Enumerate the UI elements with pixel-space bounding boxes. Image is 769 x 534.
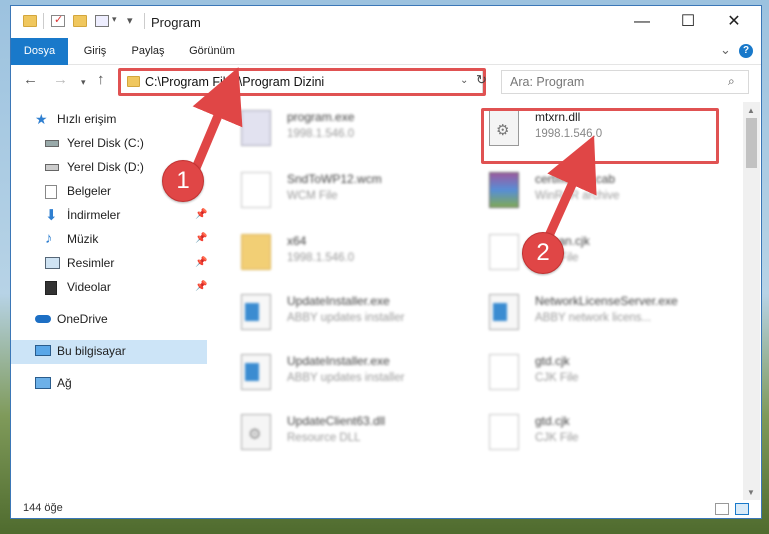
details-view-icon[interactable]	[715, 503, 729, 515]
pin-icon[interactable]: 📌	[195, 257, 207, 268]
file-item[interactable]: UpdateInstaller.exe ABBY updates install…	[215, 288, 455, 344]
refresh-icon[interactable]: ↻	[476, 72, 487, 88]
file-item[interactable]: SndToWP12.wcm WCM File	[215, 166, 455, 222]
recent-locations-icon[interactable]: ▾	[81, 77, 86, 88]
file-list: program.exe 1998.1.546.0 ⚙ mtxrn.dll 199…	[215, 102, 743, 496]
callout-1: 1	[162, 160, 204, 202]
file-highlight-box	[481, 108, 719, 164]
music-icon: ♪	[45, 230, 53, 247]
nav-item-downloads[interactable]: ⬇ İndirmeler 📌	[11, 204, 207, 228]
up-arrow-icon[interactable]: ↑	[97, 71, 105, 88]
download-icon: ⬇	[45, 207, 58, 224]
drive-icon	[45, 164, 59, 171]
archive-icon	[489, 172, 519, 208]
help-icon[interactable]: ?	[739, 44, 753, 58]
chevron-down-icon[interactable]: ▾	[112, 14, 117, 25]
search-placeholder: Ara: Program	[510, 75, 585, 89]
folder-icon	[23, 15, 37, 27]
back-arrow-icon[interactable]: ←	[23, 71, 38, 88]
address-highlight-box	[118, 68, 486, 96]
vertical-scrollbar[interactable]: ▲ ▼	[743, 102, 760, 500]
nav-item-this-pc[interactable]: Bu bilgisayar	[11, 340, 207, 364]
scroll-thumb[interactable]	[746, 118, 757, 168]
exe-window-icon	[241, 354, 271, 390]
network-icon	[35, 377, 51, 389]
file-item[interactable]: NetworkLicenseServer.exe ABBY network li…	[463, 288, 703, 344]
computer-icon	[35, 345, 51, 356]
ribbon-tabs: Dosya Giriş Paylaş Görünüm ⌄ ?	[11, 38, 761, 94]
file-item[interactable]: korean.cjk CJK File	[463, 228, 703, 284]
explorer-window: ✓ ▾ ▾ Program — ☐ ✕ Dosya Giriş Paylaş G…	[10, 5, 762, 519]
separator	[144, 13, 145, 29]
tab-giris[interactable]: Giriş	[75, 38, 115, 64]
forward-arrow-icon[interactable]: →	[53, 71, 68, 88]
address-row: ← → ▾ ↑ C:\Program Files\Program Dizini …	[11, 65, 761, 99]
file-item[interactable]: UpdateInstaller.exe ABBY updates install…	[215, 348, 455, 404]
tab-paylas[interactable]: Paylaş	[125, 38, 171, 64]
file-icon	[489, 414, 519, 450]
exe-window-icon	[241, 294, 271, 330]
tab-gorunum[interactable]: Görünüm	[183, 38, 241, 64]
nav-item-music[interactable]: ♪ Müzik 📌	[11, 228, 207, 252]
search-icon[interactable]: ⌕	[728, 74, 735, 89]
item-count: 144 öğe	[23, 502, 63, 514]
exe-window-icon	[489, 294, 519, 330]
file-item[interactable]: gtd.cjk CJK File	[463, 348, 703, 404]
pin-icon[interactable]: 📌	[195, 233, 207, 244]
window-title: Program	[151, 15, 201, 30]
properties-icon[interactable]: ✓	[51, 14, 65, 27]
expand-ribbon-icon[interactable]: ⌄	[720, 42, 731, 58]
nav-item-network[interactable]: Ağ	[11, 372, 207, 396]
minimize-button[interactable]: —	[619, 6, 665, 38]
file-item[interactable]: program.exe 1998.1.546.0	[215, 104, 455, 160]
videos-icon	[45, 281, 57, 295]
scroll-up-icon[interactable]: ▲	[747, 106, 755, 115]
nav-item-videos[interactable]: Videolar 📌	[11, 276, 207, 300]
folder-icon	[241, 234, 271, 270]
file-icon	[489, 234, 519, 270]
pin-icon[interactable]: 📌	[195, 209, 207, 220]
callout-2: 2	[522, 232, 564, 274]
pictures-icon	[45, 257, 60, 269]
nav-item-pictures[interactable]: Resimler 📌	[11, 252, 207, 276]
view-icon[interactable]	[95, 15, 109, 27]
pin-icon[interactable]: 📌	[195, 281, 207, 292]
search-input[interactable]: Ara: Program ⌕	[501, 70, 749, 94]
dll-gear-icon: ⚙	[241, 414, 271, 450]
star-icon: ★	[35, 111, 48, 127]
file-item[interactable]: ⚙ UpdateClient63.dll Resource DLL	[215, 408, 455, 464]
customize-qat-icon[interactable]: ▾	[127, 14, 133, 27]
file-icon	[489, 354, 519, 390]
nav-item-quick-access[interactable]: ★ Hızlı erişim	[11, 108, 207, 132]
file-item[interactable]: gtd.cjk CJK File	[463, 408, 703, 464]
new-folder-icon[interactable]	[73, 15, 87, 27]
separator	[43, 13, 44, 29]
close-button[interactable]: ✕	[711, 6, 757, 38]
file-item[interactable]: x64 1998.1.546.0	[215, 228, 455, 284]
documents-icon	[45, 185, 57, 199]
nav-item-onedrive[interactable]: OneDrive	[11, 308, 207, 332]
nav-item-disk-c[interactable]: Yerel Disk (C:)	[11, 132, 207, 156]
status-bar: 144 öğe	[11, 500, 761, 518]
tiles-view-icon[interactable]	[735, 503, 749, 515]
cloud-icon	[35, 315, 51, 323]
maximize-button[interactable]: ☐	[665, 6, 711, 38]
scroll-down-icon[interactable]: ▼	[747, 488, 755, 497]
file-icon	[241, 172, 271, 208]
file-item[interactable]: certificates.cab WinRAR archive	[463, 166, 703, 222]
exe-icon	[241, 110, 271, 146]
title-bar: ✓ ▾ ▾ Program — ☐ ✕	[11, 6, 761, 38]
drive-icon	[45, 140, 59, 147]
